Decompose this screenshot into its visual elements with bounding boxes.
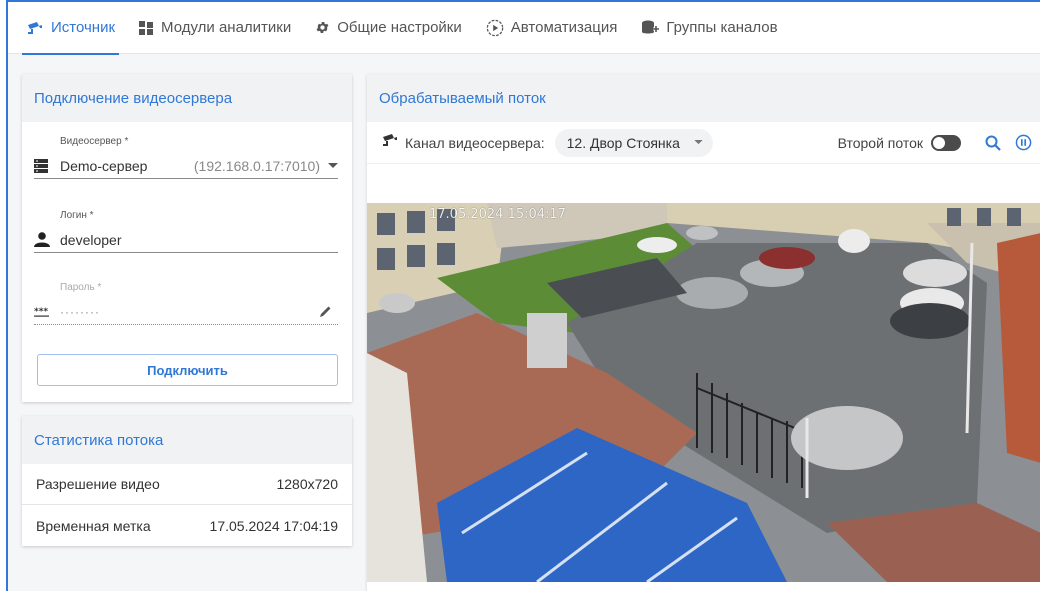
password-input[interactable]: *** ········ (34, 299, 338, 325)
tab-analytics-modules-label: Модули аналитики (161, 19, 292, 36)
stats-card: Статистика потока Разрешение видео 1280x… (22, 416, 352, 546)
user-icon (34, 232, 54, 247)
parking-lot-video-image (367, 203, 1040, 582)
server-address: (192.168.0.17:7010) (193, 157, 320, 174)
stat-row-timestamp: Временная метка 17.05.2024 17:04:19 (22, 505, 352, 546)
server-field[interactable]: Видеосервер * Demo-сервер (192.168.0.17:… (34, 136, 338, 186)
login-value: developer (60, 231, 122, 248)
tab-automation[interactable]: Автоматизация (474, 2, 630, 54)
tab-channel-groups[interactable]: Группы каналов (629, 2, 789, 54)
stats-list: Разрешение видео 1280x720 Временная метк… (22, 464, 352, 546)
second-stream-label: Второй поток (837, 134, 923, 151)
channel-label: Канал видеосервера: (405, 134, 545, 151)
channel-group-icon (641, 20, 660, 36)
tab-general-settings[interactable]: Общие настройки (303, 2, 474, 54)
second-stream-toggle[interactable] (931, 134, 961, 151)
channel-select[interactable]: 12. Двор Стоянка (554, 128, 713, 157)
tab-source[interactable]: Источник (14, 2, 127, 55)
play-circle-icon (486, 19, 504, 37)
login-field[interactable]: Логин * developer (34, 210, 338, 260)
channel-value: 12. Двор Стоянка (566, 134, 680, 151)
stream-card: Обрабатываемый поток Канал видеосервера:… (367, 74, 1040, 591)
login-field-label: Логин * (60, 210, 94, 221)
modules-icon (139, 20, 154, 35)
toggle-knob (932, 135, 946, 150)
password-field-label: Пароль * (60, 282, 102, 293)
video-timestamp: 17.05.2024 15:04:17 (429, 207, 566, 222)
stat-row-resolution: Разрешение видео 1280x720 (22, 464, 352, 505)
tab-analytics-modules[interactable]: Модули аналитики (127, 2, 303, 54)
password-icon: *** (34, 307, 54, 317)
pencil-icon[interactable] (319, 305, 332, 318)
search-icon[interactable] (985, 135, 1001, 151)
stream-toolbar: Канал видеосервера: 12. Двор Стоянка Вто… (367, 122, 1040, 164)
stats-card-title: Статистика потока (22, 416, 352, 464)
tab-automation-label: Автоматизация (510, 19, 618, 36)
camera-icon (381, 133, 399, 152)
server-field-label: Видеосервер * (60, 136, 129, 147)
stat-label: Временная метка (36, 517, 151, 534)
login-input[interactable]: developer (34, 227, 338, 253)
app-frame: Источник Модули аналитики Общие настройк… (6, 0, 1040, 591)
tab-source-label: Источник (51, 19, 116, 36)
stream-toolbar-right: Второй поток (838, 134, 1032, 151)
chevron-down-icon (694, 140, 703, 145)
tab-bar: Источник Модули аналитики Общие настройк… (8, 2, 1040, 55)
password-value: ········ (60, 304, 100, 319)
server-icon (34, 158, 54, 173)
chevron-down-icon[interactable] (328, 162, 338, 169)
pause-circle-icon[interactable] (1015, 134, 1032, 151)
tab-general-settings-label: Общие настройки (337, 19, 462, 36)
connect-button[interactable]: Подключить (37, 354, 338, 386)
camera-icon (26, 21, 44, 35)
server-select[interactable]: Demo-сервер (192.168.0.17:7010) (34, 153, 338, 179)
stat-value: 1280x720 (276, 476, 338, 492)
video-frame[interactable]: 17.05.2024 15:04:17 (367, 203, 1040, 582)
gear-icon (315, 20, 330, 35)
connection-card-title: Подключение видеосервера (22, 74, 352, 122)
connection-card: Подключение видеосервера Видеосервер * D… (22, 74, 352, 402)
stream-card-title: Обрабатываемый поток (367, 74, 1040, 122)
stat-label: Разрешение видео (36, 476, 160, 492)
server-value: Demo-сервер (60, 157, 148, 174)
tab-channel-groups-label: Группы каналов (666, 19, 778, 36)
password-field[interactable]: Пароль * *** ········ (34, 282, 338, 332)
stat-value: 17.05.2024 17:04:19 (209, 517, 338, 534)
